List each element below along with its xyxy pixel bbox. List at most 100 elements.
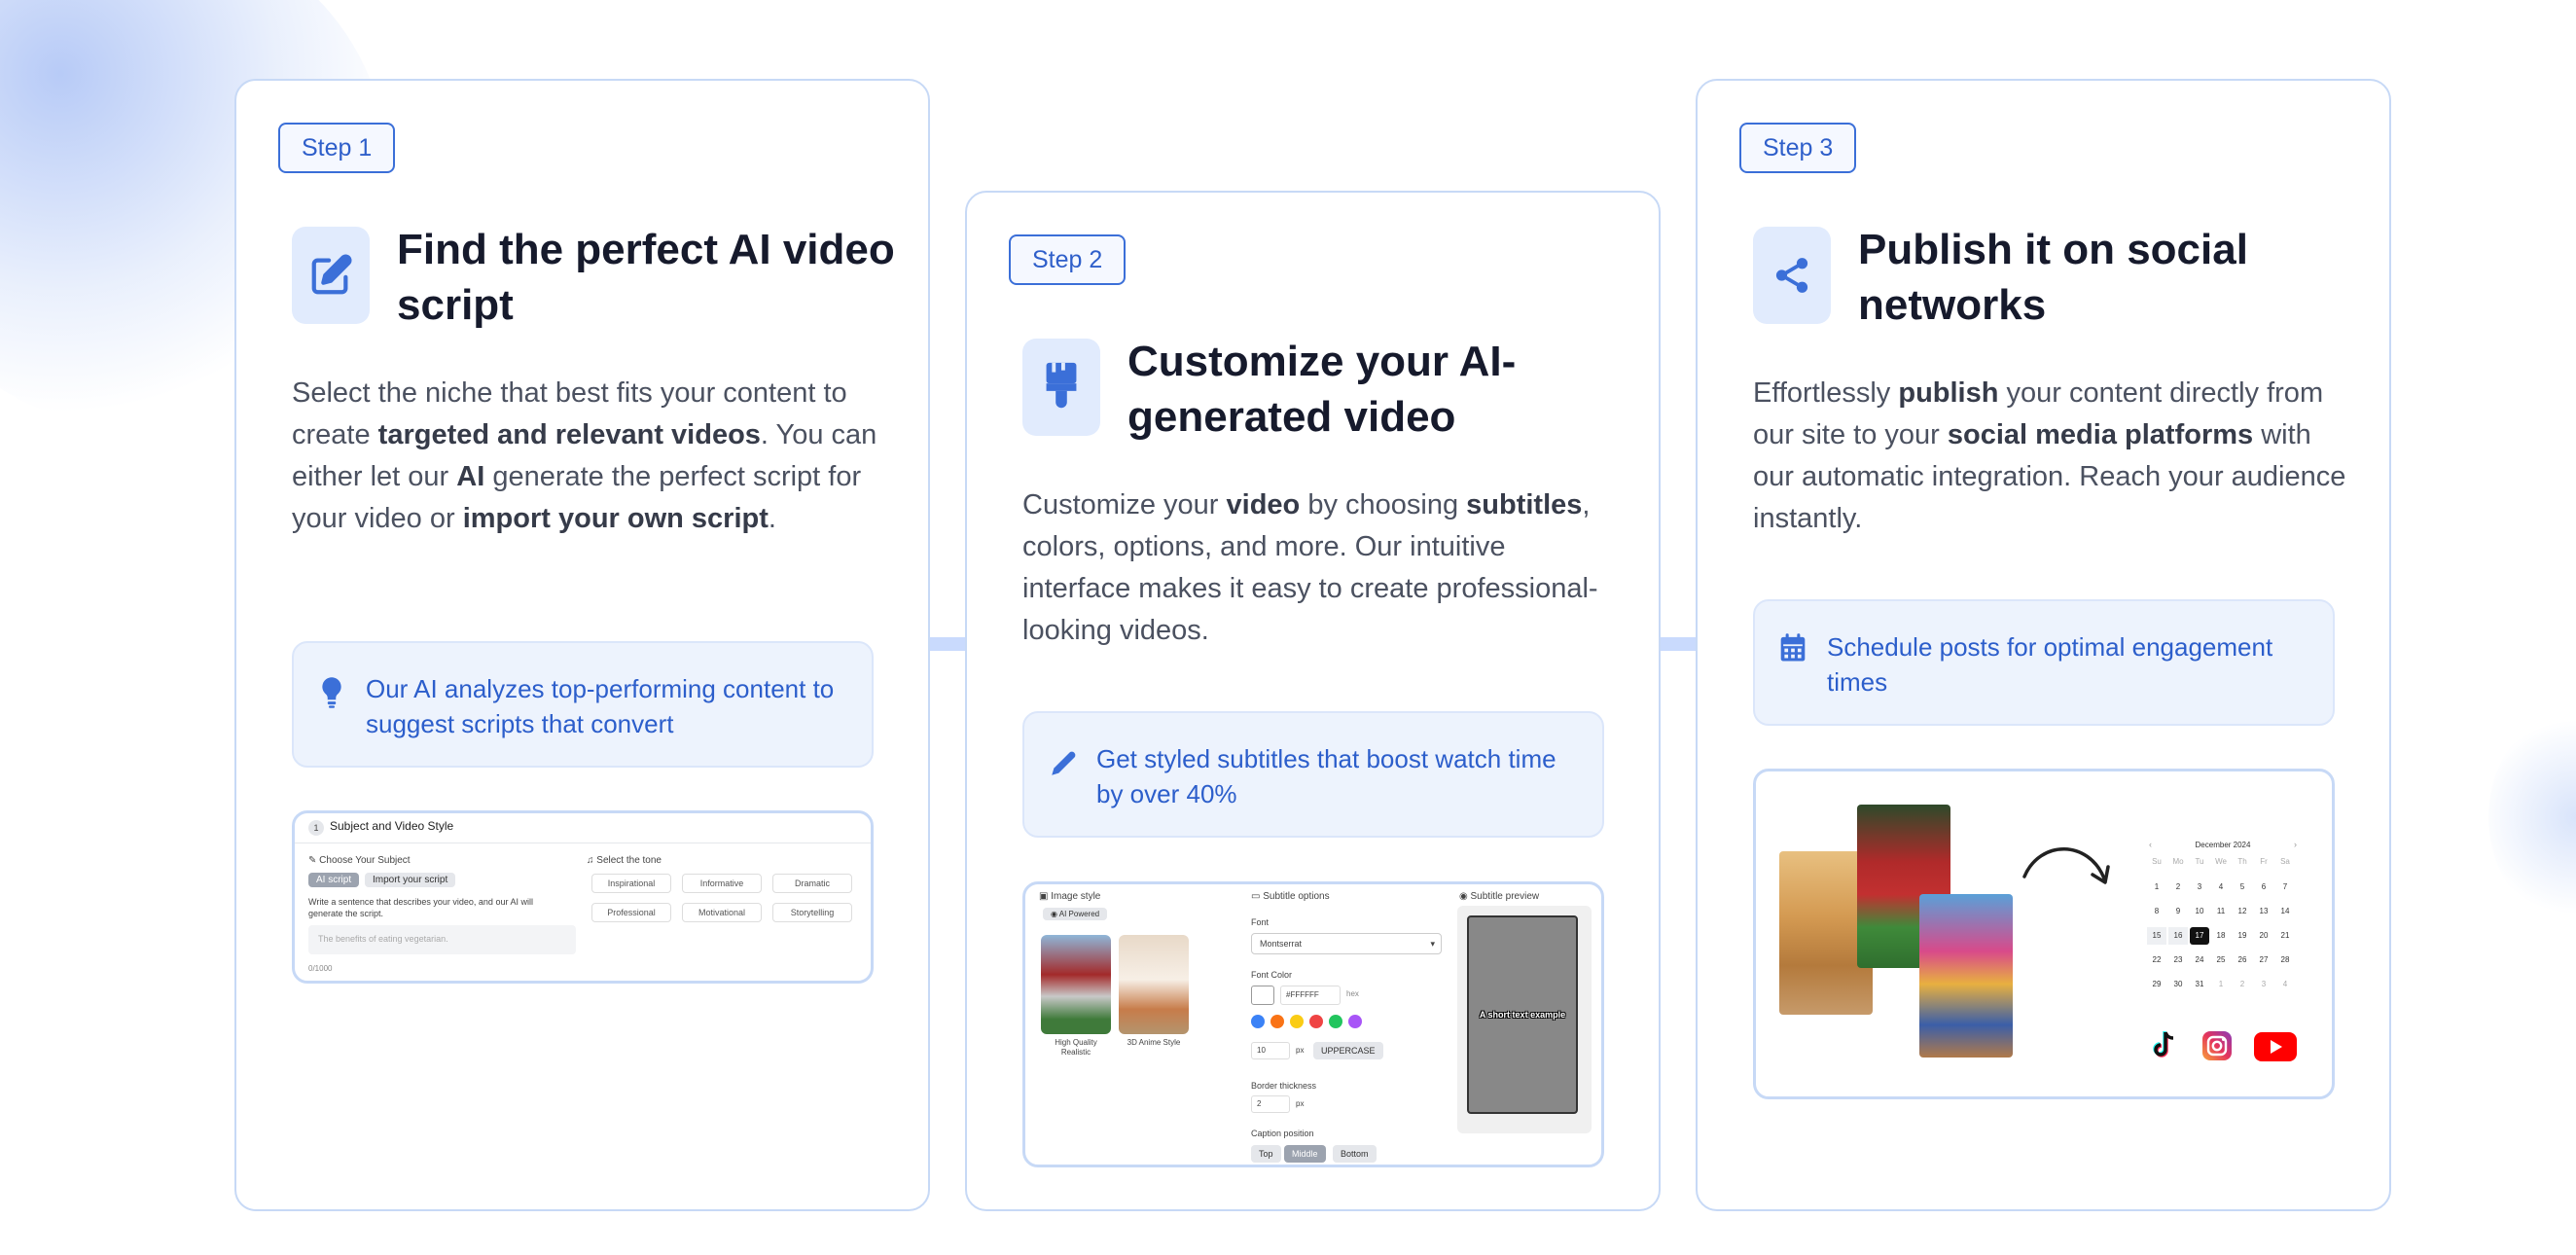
calendar-day[interactable]: 17	[2190, 927, 2209, 945]
step-badge: Step 3	[1739, 123, 1857, 173]
calendar-weekday: Tu	[2195, 857, 2204, 866]
calendar-day[interactable]: 3	[2190, 878, 2209, 896]
color-swatch[interactable]	[1348, 1015, 1362, 1028]
chevron-down-icon: ▾	[1430, 939, 1435, 949]
position-top-button[interactable]: Top	[1251, 1145, 1281, 1163]
step-title: Customize your AI-generated video	[1127, 338, 1517, 441]
tone-option[interactable]: Motivational	[682, 903, 762, 922]
video-preview: A short text example	[1467, 915, 1578, 1114]
arrow-icon	[2022, 847, 2110, 884]
position-middle-button[interactable]: Middle	[1284, 1145, 1326, 1163]
tone-option[interactable]: Dramatic	[772, 874, 852, 893]
calendar-day[interactable]: 1	[2147, 878, 2166, 896]
calendar-day[interactable]: 27	[2254, 951, 2273, 969]
calendar-day[interactable]: 1	[2211, 976, 2231, 993]
calendar-day[interactable]: 18	[2211, 927, 2231, 945]
calendar-day[interactable]: 23	[2168, 951, 2188, 969]
script-preview: 1 Subject and Video Style ✎ Choose Your …	[292, 810, 874, 984]
anime-style-thumbnail[interactable]	[1119, 935, 1189, 1034]
tip-text: Schedule posts for optimal engagement ti…	[1827, 632, 2273, 697]
tip-text: Get styled subtitles that boost watch ti…	[1096, 744, 1556, 808]
youtube-icon[interactable]	[2254, 1032, 2297, 1061]
share-icon	[1753, 227, 1831, 324]
calendar-day[interactable]: 22	[2147, 951, 2166, 969]
calendar-day[interactable]: 15	[2147, 927, 2166, 945]
instagram-icon[interactable]	[2201, 1030, 2233, 1061]
eye-icon: ◉	[1459, 891, 1468, 902]
tone-option[interactable]: Storytelling	[772, 903, 852, 922]
calendar-day[interactable]: 31	[2190, 976, 2209, 993]
uppercase-toggle[interactable]: UPPERCASE	[1313, 1042, 1383, 1059]
calendar-day[interactable]: 9	[2168, 903, 2188, 920]
calendar-day[interactable]: 2	[2168, 878, 2188, 896]
calendar-day[interactable]: 2	[2233, 976, 2252, 993]
step-description: Customize your video by choosing subtitl…	[1022, 489, 1598, 646]
position-bottom-button[interactable]: Bottom	[1333, 1145, 1377, 1163]
step-title: Publish it on social networks	[1858, 226, 2248, 329]
next-month-icon[interactable]: ›	[2294, 840, 2297, 849]
tone-option[interactable]: Professional	[591, 903, 671, 922]
paintbrush-icon	[1022, 339, 1100, 436]
calendar-day[interactable]: 4	[2275, 976, 2295, 993]
realistic-style-thumbnail[interactable]	[1041, 935, 1111, 1034]
calendar-day[interactable]: 21	[2275, 927, 2295, 945]
calendar-day[interactable]: 11	[2211, 903, 2231, 920]
font-select[interactable]: Montserrat ▾	[1251, 933, 1442, 954]
character-thumbnail	[1919, 894, 2013, 1058]
calendar-day[interactable]: 7	[2275, 878, 2295, 896]
subject-input-placeholder: The benefits of eating vegetarian.	[318, 934, 448, 944]
calendar-weekday: Fr	[2260, 857, 2268, 866]
calendar-day[interactable]: 4	[2211, 878, 2231, 896]
calendar-day[interactable]: 3	[2254, 976, 2273, 993]
calendar-day[interactable]: 10	[2190, 903, 2209, 920]
calendar-icon	[1778, 632, 1807, 668]
tiktok-icon[interactable]	[2152, 1030, 2177, 1059]
style-caption: High Quality Realistic	[1055, 1038, 1097, 1057]
import-script-button[interactable]: Import your script	[365, 873, 456, 887]
border-thickness-input[interactable]: 2	[1251, 1095, 1290, 1113]
calendar-day[interactable]: 24	[2190, 951, 2209, 969]
subject-input[interactable]: The benefits of eating vegetarian.	[308, 925, 576, 954]
calendar-day[interactable]: 6	[2254, 878, 2273, 896]
calendar-day[interactable]: 28	[2275, 951, 2295, 969]
calendar-day[interactable]: 25	[2211, 951, 2231, 969]
calendar-day[interactable]: 8	[2147, 903, 2166, 920]
calendar-weekday: Mo	[2172, 857, 2184, 866]
select-tone-label: ♫ Select the tone	[587, 855, 662, 866]
tone-option[interactable]: Inspirational	[591, 874, 671, 893]
color-swatch[interactable]	[1309, 1015, 1323, 1028]
step-description: Effortlessly publish your content direct…	[1753, 377, 2346, 534]
calendar-day[interactable]: 12	[2233, 903, 2252, 920]
calendar-day[interactable]: 29	[2147, 976, 2166, 993]
color-swatch[interactable]	[1329, 1015, 1342, 1028]
color-swatch[interactable]	[1290, 1015, 1304, 1028]
font-size-input[interactable]: 10	[1251, 1042, 1290, 1059]
tone-option[interactable]: Informative	[682, 874, 762, 893]
step-card-3: Step 3 Publish it on social networks Eff…	[1696, 79, 2391, 1211]
publish-preview: ‹ December 2024 › Su Mo Tu We Th Fr Sa 1 2 3 4 5 6 7 8…	[1753, 769, 2335, 1099]
calendar-day[interactable]: 16	[2168, 927, 2188, 945]
color-picker[interactable]	[1251, 986, 1274, 1005]
ai-powered-badge: ◉ AI Powered	[1043, 908, 1108, 920]
lightbulb-icon	[317, 676, 346, 714]
calendar-day[interactable]: 19	[2233, 927, 2252, 945]
hex-input[interactable]: #FFFFFF	[1280, 986, 1341, 1005]
calendar-weekday: Sa	[2280, 857, 2290, 866]
calendar-day[interactable]: 13	[2254, 903, 2273, 920]
calendar-weekday: Th	[2237, 857, 2247, 866]
calendar-day[interactable]: 30	[2168, 976, 2188, 993]
font-label: Font	[1251, 917, 1270, 927]
tip-box: Schedule posts for optimal engagement ti…	[1753, 599, 2335, 726]
ai-script-button[interactable]: AI script	[308, 873, 360, 887]
char-counter: 0/1000	[308, 964, 333, 973]
color-swatch[interactable]	[1251, 1015, 1265, 1028]
calendar-day[interactable]: 26	[2233, 951, 2252, 969]
font-color-label: Font Color	[1251, 970, 1293, 980]
caption-position-label: Caption position	[1251, 1129, 1314, 1138]
calendar-weekday: We	[2215, 857, 2227, 866]
calendar-day[interactable]: 5	[2233, 878, 2252, 896]
calendar-day[interactable]: 14	[2275, 903, 2295, 920]
color-swatch[interactable]	[1270, 1015, 1284, 1028]
phone-frame: A short text example	[1457, 906, 1592, 1133]
calendar-day[interactable]: 20	[2254, 927, 2273, 945]
